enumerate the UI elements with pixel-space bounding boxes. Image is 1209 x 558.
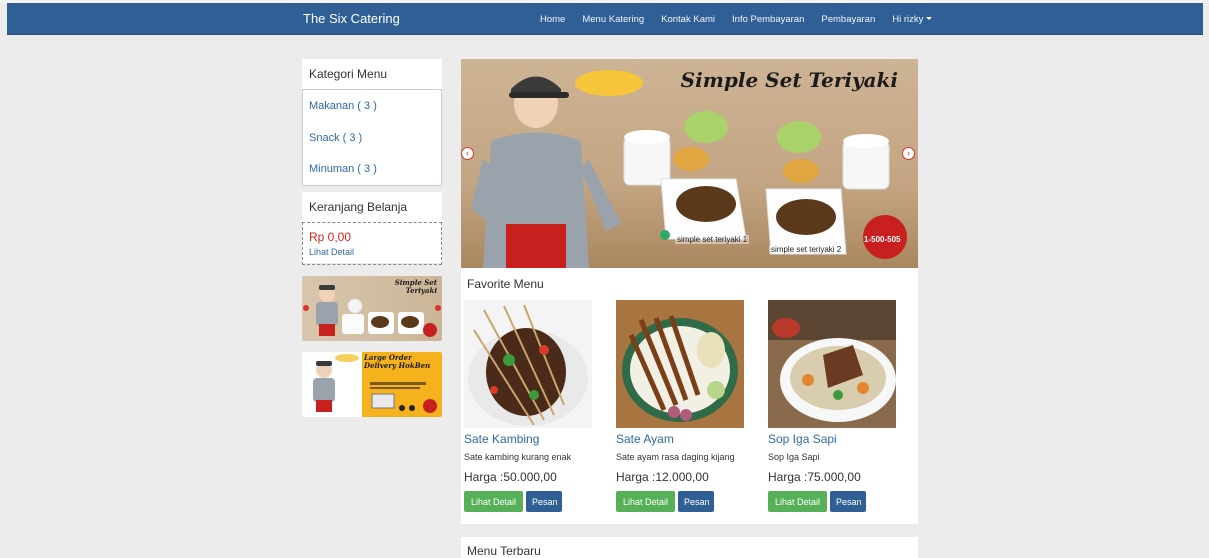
main-content: Simple Set Teriyaki simple set teriyaki … [461, 59, 918, 524]
nav-menu-katering[interactable]: Menu Katering [582, 14, 644, 25]
order-button-sate-ayam[interactable]: Pesan [678, 491, 714, 512]
category-snack[interactable]: Snack ( 3 ) [309, 126, 441, 158]
promo-carousel[interactable]: Simple Set Teriyaki simple set teriyaki … [461, 59, 918, 268]
menu-price-sate-kambing: Harga :50.000,00 [464, 470, 557, 484]
nav-info-pembayaran[interactable]: Info Pembayaran [732, 14, 804, 25]
caret-down-icon [926, 17, 933, 21]
nav-menu: Home Menu Katering Kontak Kami Info Pemb… [540, 3, 949, 35]
slide-caption-1: simple set teriyaki 1 [675, 235, 750, 244]
sop-iga-sapi-image [768, 300, 896, 428]
nav-pembayaran[interactable]: Pembayaran [821, 14, 875, 25]
ad-simple-set-teriyaki[interactable]: Simple Set Teriyaki [302, 276, 442, 341]
favorite-menu-title: Favorite Menu [467, 277, 544, 291]
ad1-title: Simple Set Teriyaki [394, 278, 437, 295]
cart-panel: Keranjang Belanja Rp 0,00 Lihat Detail [302, 192, 442, 265]
detail-button-sate-kambing[interactable]: Lihat Detail [464, 491, 523, 512]
ad2-title: Large Order Delivery HokBen [364, 353, 431, 370]
ad-large-order-delivery[interactable]: Large Order Delivery HokBen [302, 352, 442, 417]
menu-thumb-sate-ayam[interactable] [616, 300, 744, 428]
cart-title: Keranjang Belanja [309, 200, 408, 214]
menu-desc-sate-ayam: Sate ayam rasa daging kijang [616, 452, 735, 462]
order-button-sate-kambing[interactable]: Pesan [526, 491, 562, 512]
sate-ayam-image [616, 300, 744, 428]
category-list: Makanan ( 3 ) Snack ( 3 ) Minuman ( 3 ) [302, 89, 442, 186]
menu-price-sop-iga-sapi: Harga :75.000,00 [768, 470, 861, 484]
category-makanan[interactable]: Makanan ( 3 ) [309, 94, 441, 126]
detail-button-sate-ayam[interactable]: Lihat Detail [616, 491, 675, 512]
category-panel: Kategori Menu Makanan ( 3 ) Snack ( 3 ) … [302, 59, 442, 186]
menu-card-sate-kambing: Sate Kambing Sate kambing kurang enak Ha… [464, 300, 592, 512]
chevron-right-icon: › [907, 148, 910, 158]
menu-price-sate-ayam: Harga :12.000,00 [616, 470, 709, 484]
slide-title: Simple Set Teriyaki [680, 68, 898, 92]
sate-kambing-image [464, 300, 592, 428]
slide-caption-2: simple set teriyaki 2 [769, 245, 844, 254]
detail-button-sop-iga-sapi[interactable]: Lihat Detail [768, 491, 827, 512]
menu-name-sate-ayam[interactable]: Sate Ayam [616, 432, 744, 446]
nav-kontak-kami[interactable]: Kontak Kami [661, 14, 715, 25]
menu-desc-sate-kambing: Sate kambing kurang enak [464, 452, 572, 462]
menu-card-sop-iga-sapi: Sop Iga Sapi Sop Iga Sapi Harga :75.000,… [768, 300, 896, 512]
user-label: Hi rizky [892, 13, 924, 25]
menu-name-sate-kambing[interactable]: Sate Kambing [464, 432, 592, 446]
category-minuman[interactable]: Minuman ( 3 ) [309, 157, 441, 189]
delivery-badge: 1-500-505 [864, 235, 901, 244]
category-title: Kategori Menu [309, 67, 388, 81]
cart-total: Rp 0,00 [309, 230, 352, 244]
order-button-sop-iga-sapi[interactable]: Pesan [830, 491, 866, 512]
chevron-left-icon: ‹ [466, 148, 469, 158]
navbar: The Six Catering Home Menu Katering Kont… [7, 3, 1203, 35]
menu-card-sate-ayam: Sate Ayam Sate ayam rasa daging kijang H… [616, 300, 744, 512]
menu-desc-sop-iga-sapi: Sop Iga Sapi [768, 452, 820, 462]
carousel-next-button[interactable]: › [902, 147, 915, 160]
latest-menu-title: Menu Terbaru [467, 544, 541, 558]
carousel-prev-button[interactable]: ‹ [461, 147, 474, 160]
brand-link[interactable]: The Six Catering [303, 11, 400, 26]
nav-home[interactable]: Home [540, 14, 565, 25]
menu-name-sop-iga-sapi[interactable]: Sop Iga Sapi [768, 432, 896, 446]
menu-thumb-sate-kambing[interactable] [464, 300, 592, 428]
cart-box: Rp 0,00 Lihat Detail [302, 222, 442, 265]
menu-thumb-sop-iga-sapi[interactable] [768, 300, 896, 428]
cart-detail-link[interactable]: Lihat Detail [309, 247, 435, 257]
nav-user-dropdown[interactable]: Hi rizky [892, 13, 933, 25]
latest-menu-panel: Menu Terbaru [461, 537, 918, 558]
